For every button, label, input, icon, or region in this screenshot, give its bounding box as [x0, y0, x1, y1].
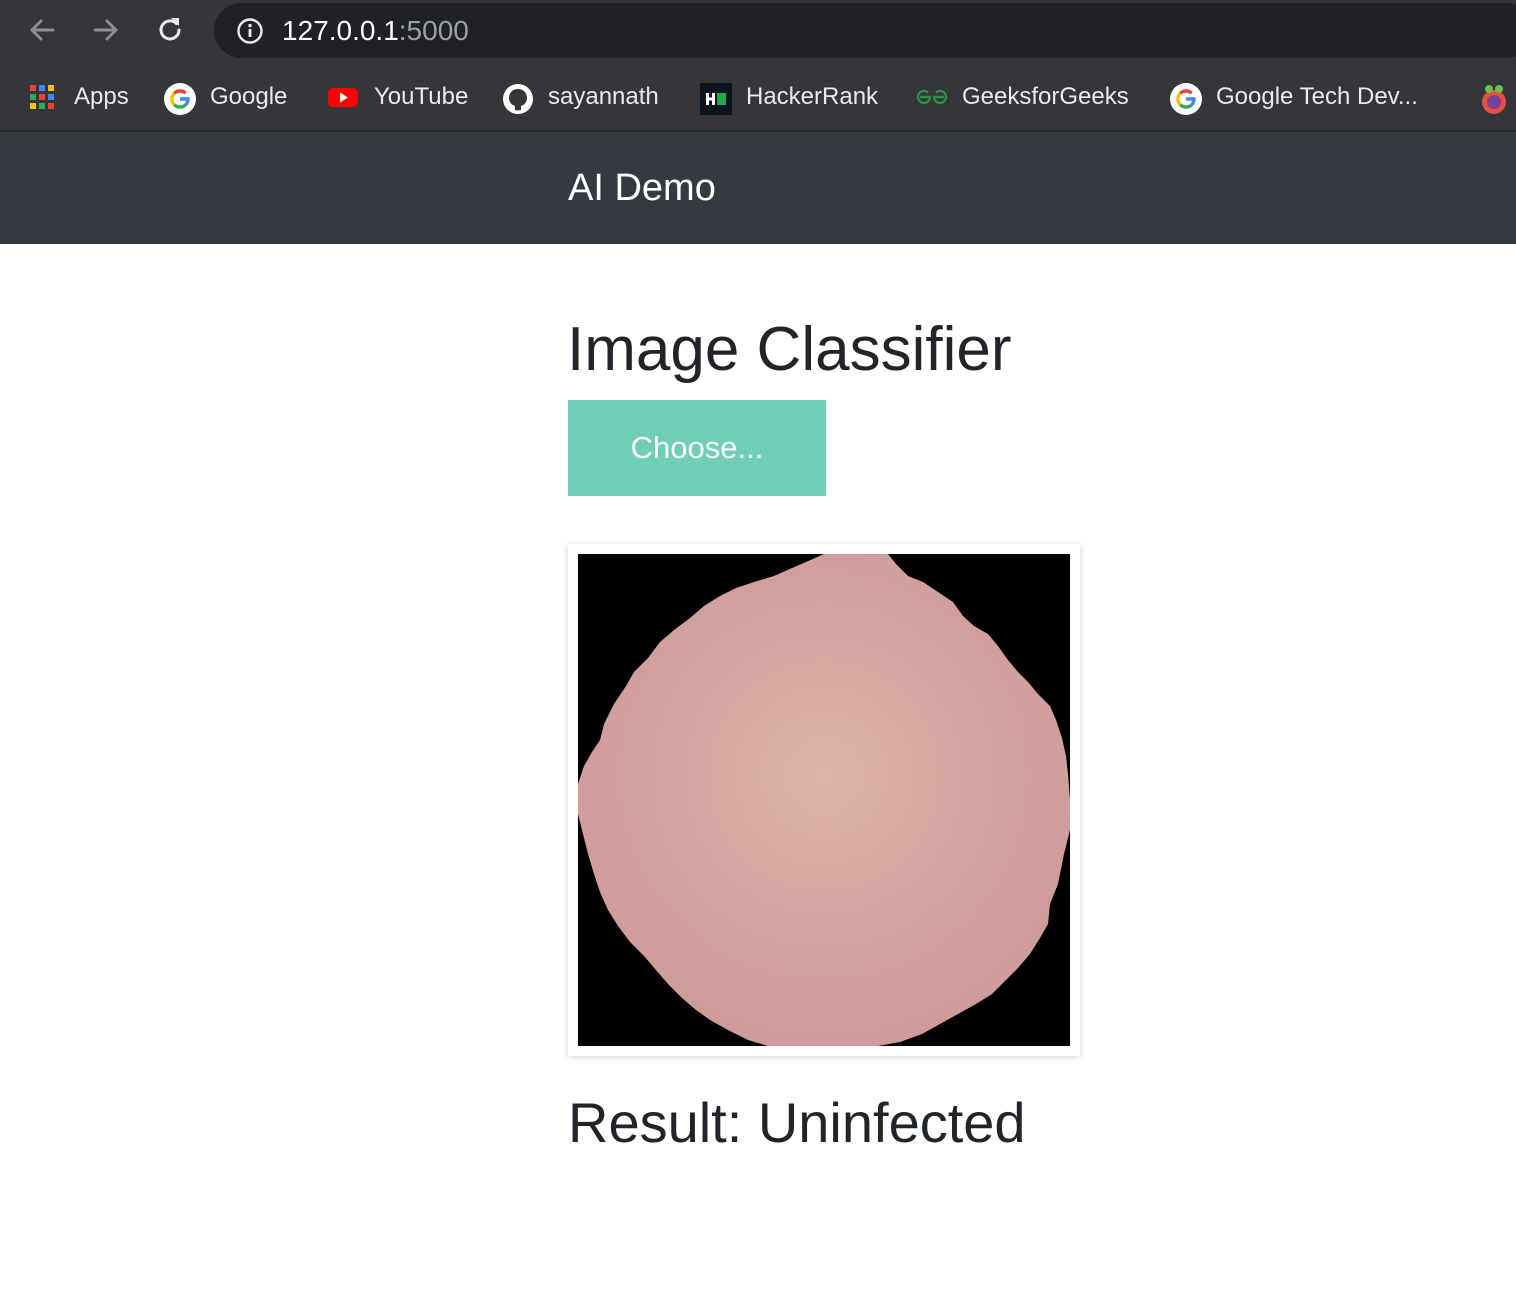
- address-bar[interactable]: 127.0.0.1:5000: [214, 3, 1516, 58]
- bookmark-label: GeeksforGeeks: [962, 83, 1129, 110]
- classification-result: Result: Uninfected: [568, 1091, 1026, 1154]
- bookmark-sayannath[interactable]: sayannath: [502, 76, 659, 118]
- info-icon[interactable]: [236, 17, 264, 45]
- bookmark-label: sayannath: [548, 83, 659, 110]
- forward-arrow-icon: [93, 19, 118, 41]
- page-title: Image Classifier: [567, 315, 1012, 384]
- reload-icon: [159, 18, 181, 41]
- back-arrow-icon: [30, 19, 55, 41]
- apps-grid-icon: [28, 83, 56, 111]
- forward-button[interactable]: [84, 10, 128, 50]
- bookmark-label: Apps: [74, 83, 129, 110]
- bookmark-label: HackerRank: [746, 83, 879, 110]
- browser-toolbar: 127.0.0.1:5000: [0, 0, 1516, 62]
- youtube-icon: [328, 83, 358, 111]
- url-text: 127.0.0.1:5000: [282, 14, 469, 48]
- bookmark-favicon-icon: [1478, 83, 1506, 114]
- bookmark-youtube[interactable]: YouTube: [328, 76, 468, 118]
- bookmark-label: Google Tech Dev...: [1216, 83, 1418, 110]
- choose-file-button[interactable]: Choose...: [568, 400, 826, 496]
- url-port: :5000: [398, 15, 469, 46]
- reload-button[interactable]: [148, 10, 192, 50]
- url-host: 127.0.0.1: [282, 15, 399, 46]
- navbar-brand[interactable]: AI Demo: [568, 164, 716, 212]
- bookmarks-bar: Apps Google YouTube sayannath HackerRank…: [0, 62, 1516, 132]
- bookmark-label: YouTube: [374, 83, 469, 110]
- bookmark-apps[interactable]: Apps: [28, 76, 129, 118]
- bookmark-google[interactable]: Google: [164, 76, 287, 118]
- bookmark-hackerrank[interactable]: HackerRank: [700, 76, 878, 118]
- bookmark-geeksforgeeks[interactable]: GeeksforGeeks: [916, 76, 1129, 118]
- google-icon: [164, 83, 196, 115]
- back-button[interactable]: [20, 10, 64, 50]
- bookmark-google-tech-dev[interactable]: Google Tech Dev...: [1170, 76, 1418, 118]
- hackerrank-icon: [700, 83, 732, 115]
- uploaded-image-preview: [568, 544, 1080, 1056]
- google-icon: [1170, 83, 1202, 115]
- site-navbar: AI Demo: [0, 132, 1516, 244]
- geeksforgeeks-icon: [916, 83, 948, 111]
- bookmark-overflow[interactable]: [1478, 76, 1516, 118]
- blood-cell-image: [578, 554, 1070, 1046]
- bookmark-label: Google: [210, 83, 288, 110]
- github-icon: [502, 83, 533, 114]
